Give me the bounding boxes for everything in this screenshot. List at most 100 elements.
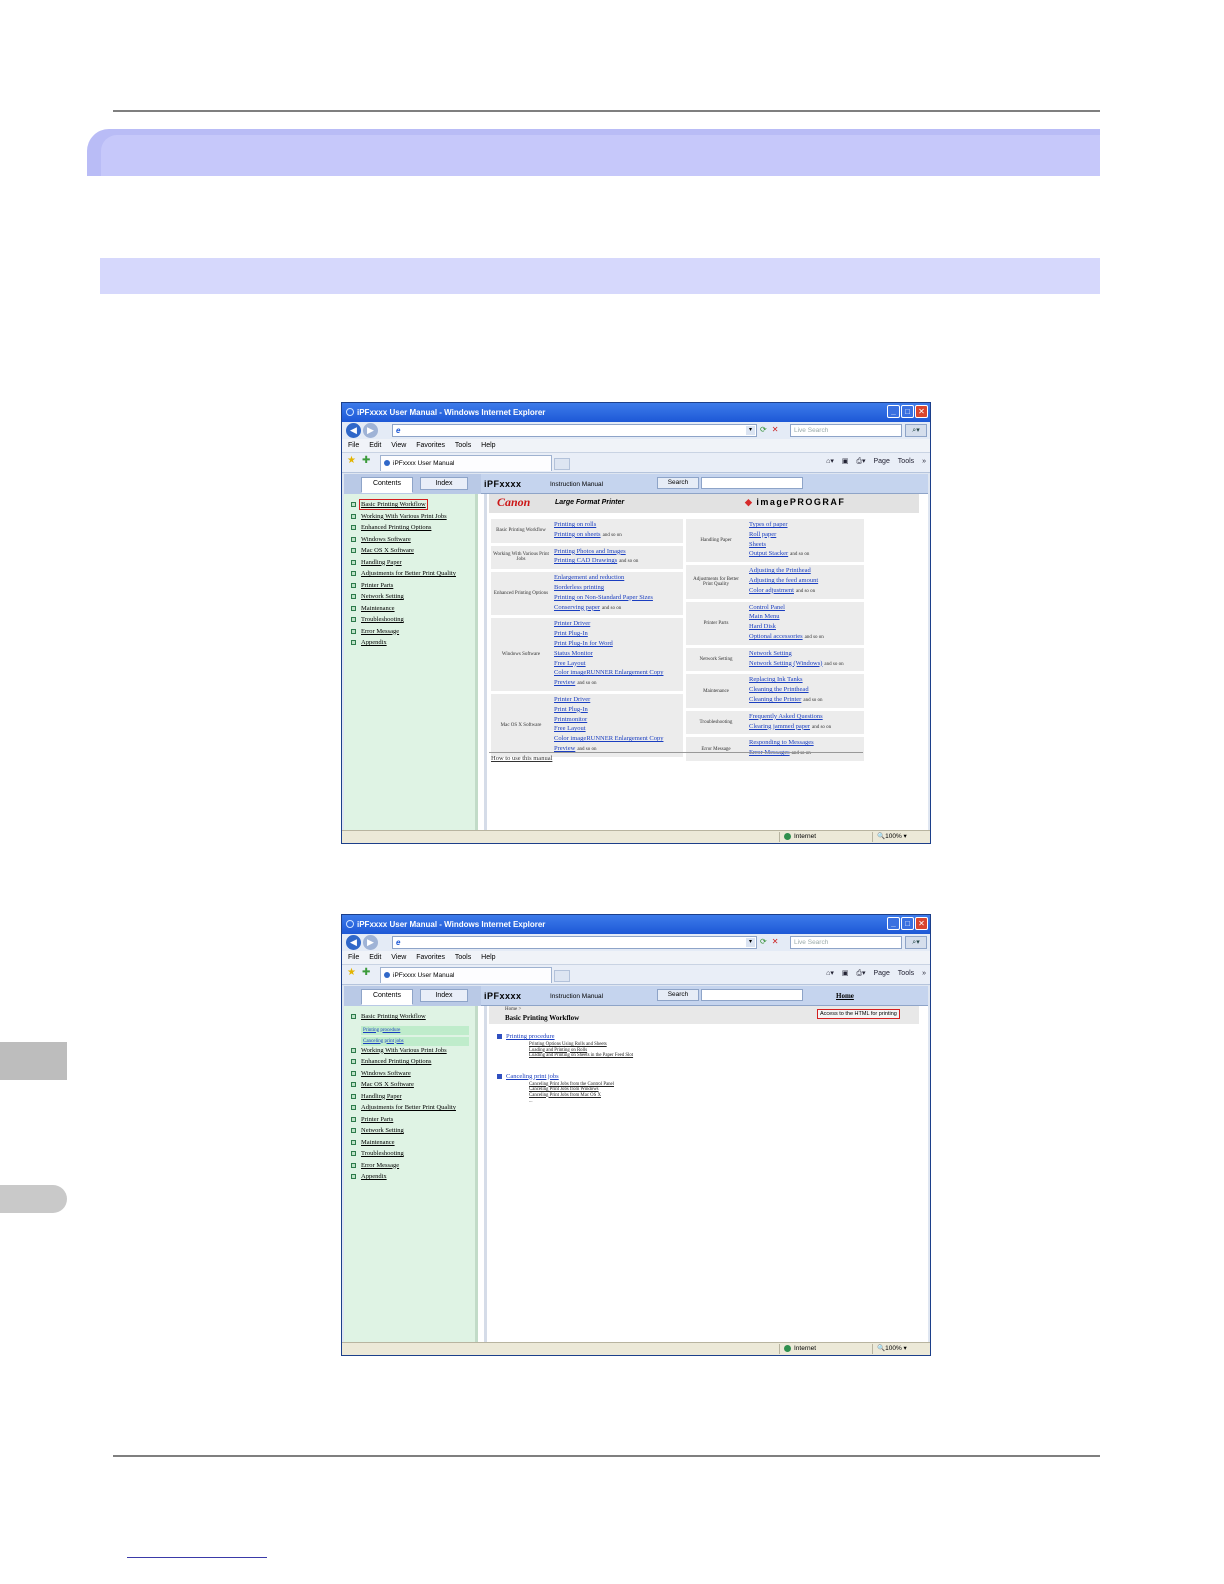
sidebar-item[interactable]: Handling Paper xyxy=(351,559,402,566)
menu-help[interactable]: Help xyxy=(481,442,495,449)
sidebar-item[interactable]: Troubleshooting xyxy=(351,616,404,623)
sidebar-item[interactable]: Mac OS X Software xyxy=(351,1081,414,1088)
subsection-link[interactable]: Canceling Print Jobs from Windows xyxy=(529,1087,599,1092)
sidebar-item[interactable]: Mac OS X Software xyxy=(351,547,414,554)
topic-link[interactable]: Printing CAD Drawings xyxy=(554,556,683,567)
topic-link[interactable]: Cleaning the Printhead xyxy=(749,685,864,695)
sidebar-item[interactable]: Adjustments for Better Print Quality xyxy=(351,1104,456,1111)
sidebar-item[interactable]: Windows Software xyxy=(351,1070,411,1077)
topic-link[interactable]: Print Plug-In xyxy=(554,629,683,639)
topic-link[interactable]: Status Monitor xyxy=(554,649,683,659)
page-menu[interactable]: Page xyxy=(873,970,889,977)
minimize-button[interactable]: _ xyxy=(887,917,900,930)
sidebar-item[interactable]: Printer Parts xyxy=(351,1116,393,1123)
topic-link[interactable]: Cleaning the Printer xyxy=(749,695,864,706)
subsection-link[interactable]: Printing Options Using Rolls and Sheets xyxy=(529,1042,607,1047)
menu-view[interactable]: View xyxy=(391,954,406,961)
feeds-icon[interactable]: ▣ xyxy=(842,970,849,977)
topic-link[interactable]: Printing on Non-Standard Paper Sizes xyxy=(554,593,683,603)
topic-link[interactable]: Frequently Asked Questions xyxy=(749,712,864,722)
search-go-icon[interactable]: ⌕▾ xyxy=(905,424,927,437)
home-icon[interactable]: ⌂▾ xyxy=(826,970,834,977)
menu-favorites[interactable]: Favorites xyxy=(416,954,445,961)
browser-tab[interactable]: iPFxxxx User Manual xyxy=(380,967,552,983)
how-to-use-link[interactable]: How to use this manual xyxy=(491,755,552,762)
topic-link[interactable]: Network Setting (Windows) xyxy=(749,659,864,670)
topic-link[interactable]: Replacing Ink Tanks xyxy=(749,675,864,685)
section-link[interactable]: Printing procedure xyxy=(497,1033,555,1040)
topic-link[interactable]: Control Panel xyxy=(749,603,864,613)
subsection-link[interactable]: Canceling Print Jobs from the Control Pa… xyxy=(529,1082,614,1087)
search-button[interactable]: Search xyxy=(657,989,699,1001)
stop-icon[interactable]: ✕ xyxy=(772,937,779,946)
topic-link[interactable]: Print Plug-In for Word xyxy=(554,639,683,649)
forward-icon[interactable]: ▶ xyxy=(363,935,378,950)
menu-edit[interactable]: Edit xyxy=(369,954,381,961)
topic-link[interactable]: Preview xyxy=(554,678,683,689)
sidebar-item[interactable]: Appendix xyxy=(351,1173,387,1180)
home-link[interactable]: Home xyxy=(836,992,854,1000)
topic-link[interactable]: Free Layout xyxy=(554,659,683,669)
sidebar-item[interactable]: Maintenance xyxy=(351,1139,395,1146)
sidebar-item[interactable]: Network Setting xyxy=(351,1127,404,1134)
topic-link[interactable]: Printing on sheets xyxy=(554,530,683,541)
browser-tab[interactable]: iPFxxxx User Manual xyxy=(380,455,552,471)
sidebar-item[interactable]: Error Message xyxy=(351,628,399,635)
topic-link[interactable]: Types of paper xyxy=(749,520,864,530)
topic-link[interactable]: Main Menu xyxy=(749,612,864,622)
topic-link[interactable]: Free Layout xyxy=(554,724,683,734)
search-button[interactable]: Search xyxy=(657,477,699,489)
topic-link[interactable]: Preview xyxy=(554,744,683,755)
menu-view[interactable]: View xyxy=(391,442,406,449)
sidebar-subitem[interactable]: Canceling print jobs xyxy=(361,1036,469,1046)
maximize-button[interactable]: □ xyxy=(901,917,914,930)
print-icon[interactable]: ⎙▾ xyxy=(856,458,865,465)
add-favorites-icon[interactable]: ✚ xyxy=(362,455,370,466)
sidebar-item[interactable]: Enhanced Printing Options xyxy=(351,524,431,531)
topic-link[interactable]: Network Setting xyxy=(749,649,864,659)
sidebar-item[interactable]: Windows Software xyxy=(351,536,411,543)
print-icon[interactable]: ⎙▾ xyxy=(856,970,865,977)
topic-link[interactable]: Roll paper xyxy=(749,530,864,540)
topic-link[interactable]: Borderless printing xyxy=(554,583,683,593)
menu-file[interactable]: File xyxy=(348,954,359,961)
access-html-for-printing-button[interactable]: Access to the HTML for printing xyxy=(817,1009,900,1019)
home-icon[interactable]: ⌂▾ xyxy=(826,458,834,465)
topic-link[interactable]: Error Messages xyxy=(749,748,864,759)
add-favorites-icon[interactable]: ✚ xyxy=(362,967,370,978)
manual-search-input[interactable] xyxy=(701,477,803,489)
sidebar-item[interactable]: Adjustments for Better Print Quality xyxy=(351,570,456,577)
refresh-icon[interactable]: ⟳ xyxy=(760,425,767,434)
sidebar-item[interactable]: Working With Various Print Jobs xyxy=(351,1047,447,1054)
sidebar-item[interactable]: Basic Printing Workflow xyxy=(351,1013,426,1020)
sidebar-item[interactable]: Error Message xyxy=(351,1162,399,1169)
topic-link[interactable]: Print Plug-In xyxy=(554,705,683,715)
menu-tools[interactable]: Tools xyxy=(455,442,471,449)
topic-link[interactable]: Printing on rolls xyxy=(554,520,683,530)
address-bar[interactable]: e ▾ xyxy=(392,424,757,437)
address-dropdown-icon[interactable]: ▾ xyxy=(746,426,755,435)
topic-link[interactable]: Conserving paper xyxy=(554,603,683,614)
menu-file[interactable]: File xyxy=(348,442,359,449)
new-tab-button[interactable] xyxy=(554,458,570,470)
zoom-level[interactable]: 🔍100% ▾ xyxy=(877,831,907,843)
tab-contents[interactable]: Contents xyxy=(361,989,413,1005)
topic-link[interactable]: Printing Photos and Images xyxy=(554,547,683,557)
address-dropdown-icon[interactable]: ▾ xyxy=(746,938,755,947)
feeds-icon[interactable]: ▣ xyxy=(842,458,849,465)
menu-edit[interactable]: Edit xyxy=(369,442,381,449)
more-chevron-icon[interactable]: » xyxy=(922,970,926,977)
sidebar-item[interactable]: Basic Printing Workflow xyxy=(351,499,428,510)
back-icon[interactable]: ◀ xyxy=(346,935,361,950)
subsection-link[interactable]: Canceling Print Jobs from Mac OS X xyxy=(529,1093,601,1098)
new-tab-button[interactable] xyxy=(554,970,570,982)
topic-link[interactable]: Color imageRUNNER Enlargement Copy xyxy=(554,668,683,678)
topic-link[interactable]: Sheets xyxy=(749,540,864,550)
live-search-input[interactable]: Live Search xyxy=(790,936,902,949)
minimize-button[interactable]: _ xyxy=(887,405,900,418)
manual-search-input[interactable] xyxy=(701,989,803,1001)
topic-link[interactable]: Printer Driver xyxy=(554,619,683,629)
menu-tools[interactable]: Tools xyxy=(455,954,471,961)
sidebar-item[interactable]: Enhanced Printing Options xyxy=(351,1058,431,1065)
topic-link[interactable]: Printer Driver xyxy=(554,695,683,705)
